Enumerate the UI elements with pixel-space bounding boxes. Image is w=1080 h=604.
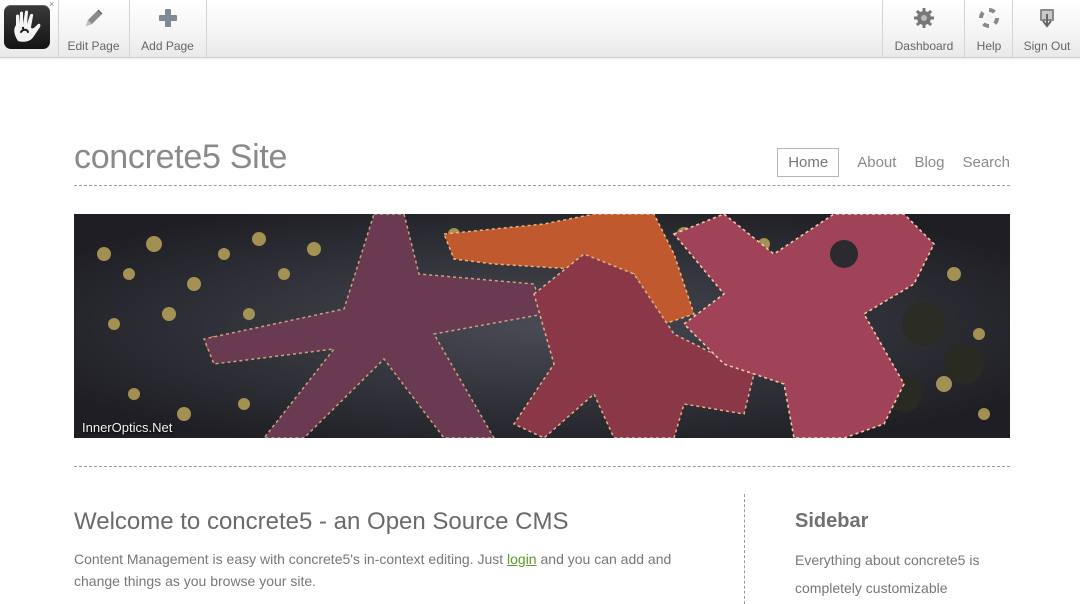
site-title[interactable]: concrete5 Site [74, 138, 287, 177]
add-page-button[interactable]: Add Page [129, 0, 207, 57]
hero-divider [74, 466, 1010, 467]
dashboard-label: Dashboard [894, 39, 954, 53]
help-button[interactable]: Help [964, 0, 1013, 57]
pencil-icon [82, 6, 106, 35]
main-heading: Welcome to concrete5 - an Open Source CM… [74, 508, 569, 535]
edit-page-label: Edit Page [67, 39, 120, 53]
edit-page-button[interactable]: Edit Page [58, 0, 130, 57]
lifebuoy-icon [977, 6, 1001, 35]
sign-out-button[interactable]: Sign Out [1012, 0, 1080, 57]
sidebar-body-text: Everything about concrete5 is completely… [795, 552, 980, 596]
nav-item-about[interactable]: About [857, 154, 896, 171]
gear-icon [912, 6, 936, 35]
concrete5-logo-button[interactable]: × [0, 0, 59, 57]
nav-item-blog[interactable]: Blog [914, 154, 944, 171]
nav-item-home[interactable]: Home [777, 148, 840, 177]
login-link[interactable]: login [507, 551, 537, 567]
sign-out-icon [1035, 6, 1059, 35]
hero-image: InnerOptics.Net [74, 214, 1010, 438]
hero-credit: InnerOptics.Net [82, 420, 173, 435]
header-divider [74, 185, 1010, 186]
main-body-before: Content Management is easy with concrete… [74, 551, 508, 567]
main-body-text: Content Management is easy with concrete… [74, 548, 714, 592]
main-nav: Home About Blog Search [777, 148, 1010, 177]
column-divider [744, 494, 745, 604]
help-label: Help [976, 39, 1002, 53]
sidebar-heading: Sidebar [795, 510, 869, 532]
admin-toolbar: × Edit Page Add Page Dashboard Help Sign… [0, 0, 1080, 58]
concrete5-logo-icon [4, 5, 50, 49]
dashboard-button[interactable]: Dashboard [882, 0, 965, 57]
add-page-label: Add Page [141, 39, 194, 53]
sign-out-label: Sign Out [1023, 39, 1071, 53]
plus-icon [156, 6, 180, 35]
nav-item-search[interactable]: Search [962, 154, 1010, 171]
close-icon[interactable]: × [49, 0, 54, 9]
